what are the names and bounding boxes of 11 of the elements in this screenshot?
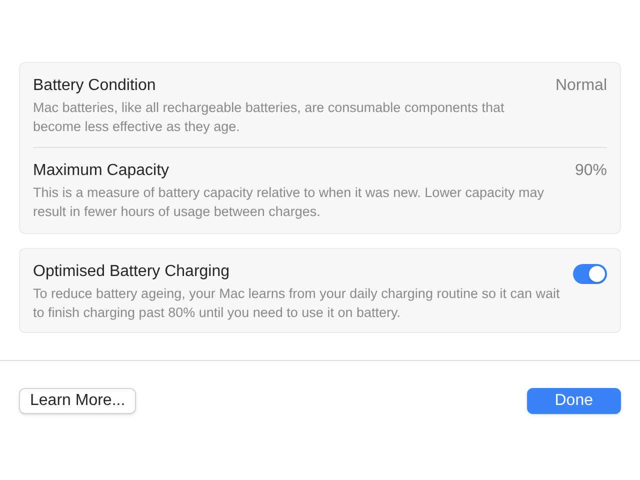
row-value: Normal xyxy=(555,76,607,96)
toggle-switch[interactable] xyxy=(573,264,607,284)
learn-more-button[interactable]: Learn More... xyxy=(19,388,136,414)
row-title: Optimised Battery Charging xyxy=(33,262,231,282)
done-button[interactable]: Done xyxy=(526,388,621,414)
row-description: Mac batteries, like all rechargeable batteries, are consumable components that become less effective as they age. xyxy=(33,99,506,136)
row-title: Battery Condition xyxy=(33,76,157,96)
row-title: Maximum Capacity xyxy=(33,161,170,181)
row-value: 90% xyxy=(574,161,607,181)
row-description: This is a measure of battery capacity relative to when it was new. Lower capacity may result in fewer hours of usage between charges. xyxy=(33,184,545,221)
row-description: To reduce battery ageing, your Mac learns from your daily charging routine so it can wait to finish charging past 80% until you need to use it on battery. xyxy=(33,285,561,322)
